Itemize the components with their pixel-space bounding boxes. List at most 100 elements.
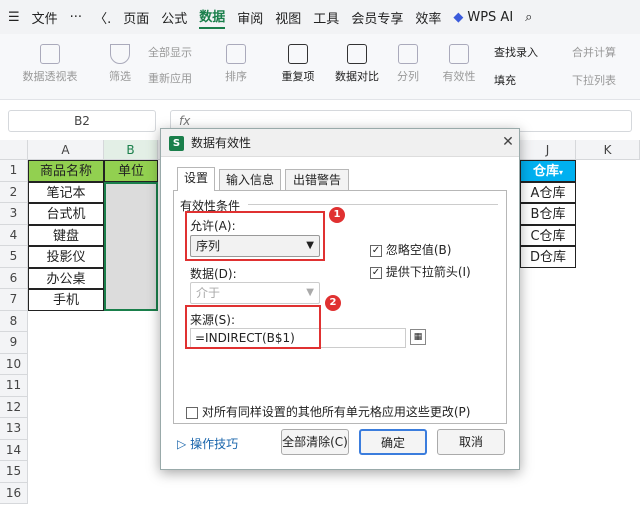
corner-cell[interactable]: [0, 140, 28, 160]
validity-icon: [449, 44, 469, 64]
menu-icon[interactable]: ☰: [8, 10, 20, 25]
data-select[interactable]: 介于 ▼: [190, 282, 320, 304]
nav-back-icon[interactable]: 〈.: [94, 8, 111, 27]
ribbon: 数据透视表 筛选 全部显示 重新应用 排序 重复项 数据对比 分列 有效性 查找…: [0, 34, 640, 100]
row-header-5[interactable]: 5: [0, 246, 28, 268]
close-icon[interactable]: ✕: [499, 133, 517, 151]
allow-label: 允许(A):: [190, 219, 236, 233]
allow-dropdown-icon: ▼: [306, 240, 314, 251]
cell-j2[interactable]: A仓库: [520, 181, 576, 203]
reapply-button[interactable]: 重新应用: [148, 70, 212, 86]
row-header-4[interactable]: 4: [0, 224, 28, 246]
menu-member[interactable]: 会员专享: [351, 8, 403, 27]
annotation-badge-2: 2: [325, 295, 341, 311]
row-header-11[interactable]: 11: [0, 375, 28, 397]
merge-calc-button[interactable]: 合并计算: [572, 44, 638, 60]
compare-button[interactable]: 数据对比: [328, 44, 386, 84]
compare-icon: [347, 44, 367, 64]
menu-wps-ai[interactable]: WPS AI: [467, 10, 513, 25]
duplicates-button[interactable]: 重复项: [272, 44, 324, 84]
validity-button[interactable]: 有效性: [434, 44, 484, 84]
menu-more[interactable]: ···: [70, 10, 82, 25]
cell-b1[interactable]: 单位: [104, 160, 158, 182]
menu-view[interactable]: 视图: [275, 8, 301, 27]
clear-all-button[interactable]: 全部清除(C): [281, 429, 349, 455]
tips-link[interactable]: ▷ 操作技巧: [177, 435, 238, 452]
row-header-2[interactable]: 2: [0, 181, 28, 203]
tab-settings[interactable]: 设置: [177, 167, 215, 191]
cell-j4[interactable]: C仓库: [520, 224, 576, 246]
data-dropdown-icon: ▼: [306, 287, 314, 298]
cell-a4[interactable]: 键盘: [28, 224, 104, 246]
fill-button[interactable]: 填充: [494, 72, 554, 88]
validation-criteria-label: 有效性条件: [180, 199, 241, 213]
col-header-k[interactable]: K: [576, 140, 640, 160]
col-header-j[interactable]: J: [520, 140, 576, 160]
dropdown-arrow-option[interactable]: ✓ 提供下拉箭头(I): [370, 263, 471, 280]
allow-select[interactable]: 序列 ▼: [190, 235, 320, 257]
filter-button[interactable]: 筛选: [100, 44, 140, 84]
annotation-badge-1: 1: [329, 207, 345, 223]
menu-efficiency[interactable]: 效率: [415, 8, 441, 27]
cell-a7[interactable]: 手机: [28, 289, 104, 311]
cell-a6[interactable]: 办公桌: [28, 267, 104, 289]
col-header-a[interactable]: A: [28, 140, 104, 160]
cell-a2[interactable]: 笔记本: [28, 181, 104, 203]
sort-button[interactable]: 排序: [218, 44, 254, 84]
row-header-8[interactable]: 8: [0, 310, 28, 332]
data-validation-dialog: 数据有效性 S ✕ 设置 输入信息 出错警告 有效性条件 允许(A): 序列 ▼ …: [160, 128, 520, 470]
menu-review[interactable]: 审阅: [237, 8, 263, 27]
row-header-14[interactable]: 14: [0, 439, 28, 461]
row-header-9[interactable]: 9: [0, 332, 28, 354]
menu-formula[interactable]: 公式: [161, 8, 187, 27]
row-header-6[interactable]: 6: [0, 267, 28, 289]
cell-j1[interactable]: 仓库▾: [520, 160, 576, 182]
settings-panel: 有效性条件 允许(A): 序列 ▼ 数据(D): 介于 ▼ ✓ 忽略空值(B) ✓ …: [173, 190, 507, 424]
menu-tools[interactable]: 工具: [313, 8, 339, 27]
dialog-title: 数据有效性: [161, 129, 519, 157]
ignore-blank-option[interactable]: ✓ 忽略空值(B): [370, 241, 451, 258]
dropdown-list-button[interactable]: 下拉列表: [572, 72, 638, 88]
pivot-button[interactable]: 数据透视表: [20, 44, 80, 84]
tab-input-message[interactable]: 输入信息: [219, 169, 281, 191]
row-header-3[interactable]: 3: [0, 203, 28, 225]
cancel-button[interactable]: 取消: [437, 429, 505, 455]
lookup-button[interactable]: 查找录入: [494, 44, 560, 60]
duplicates-icon: [288, 44, 308, 64]
row-header-10[interactable]: 10: [0, 353, 28, 375]
row-header-12[interactable]: 12: [0, 396, 28, 418]
cell-j5[interactable]: D仓库: [520, 246, 576, 268]
source-input[interactable]: =INDIRECT(B$1): [190, 328, 406, 348]
menu-data[interactable]: 数据: [199, 6, 226, 29]
dropdown-arrow-checkbox[interactable]: ✓: [370, 266, 382, 279]
source-label: 来源(S):: [190, 313, 236, 327]
split-button[interactable]: 分列: [390, 44, 426, 84]
cell-a3[interactable]: 台式机: [28, 203, 104, 225]
cell-a5[interactable]: 投影仪: [28, 246, 104, 268]
row-header-7[interactable]: 7: [0, 289, 28, 311]
cell-j3[interactable]: B仓库: [520, 203, 576, 225]
menu-page[interactable]: 页面: [123, 8, 149, 27]
selected-range-b2-b7[interactable]: [104, 181, 158, 311]
ok-button[interactable]: 确定: [359, 429, 427, 455]
menu-file[interactable]: 文件: [32, 8, 58, 27]
row-header-13[interactable]: 13: [0, 418, 28, 440]
name-box[interactable]: B2: [8, 110, 156, 132]
col-header-b[interactable]: B: [104, 140, 158, 160]
show-all-button[interactable]: 全部显示: [148, 44, 212, 60]
menu-bar: ☰ 文件 ··· 〈. 页面 公式 数据 审阅 视图 工具 会员专享 效率 ◆ …: [0, 0, 640, 34]
apply-all-checkbox[interactable]: [186, 406, 198, 419]
cell-a1[interactable]: 商品名称: [28, 160, 104, 182]
ignore-blank-checkbox[interactable]: ✓: [370, 244, 382, 257]
row-header-15[interactable]: 15: [0, 461, 28, 483]
group-divider: [248, 204, 498, 205]
tab-error-alert[interactable]: 出错警告: [285, 169, 349, 191]
data-label: 数据(D):: [190, 267, 237, 281]
row-header-16[interactable]: 16: [0, 482, 28, 504]
search-icon[interactable]: ⌕: [525, 10, 532, 25]
apply-all-option[interactable]: 对所有同样设置的其他所有单元格应用这些更改(P): [186, 403, 470, 420]
row-header-1[interactable]: 1: [0, 160, 28, 182]
range-picker-icon[interactable]: ▦: [410, 329, 426, 345]
filter-dropdown-icon[interactable]: ▾: [559, 168, 563, 177]
sort-icon: [226, 44, 246, 64]
